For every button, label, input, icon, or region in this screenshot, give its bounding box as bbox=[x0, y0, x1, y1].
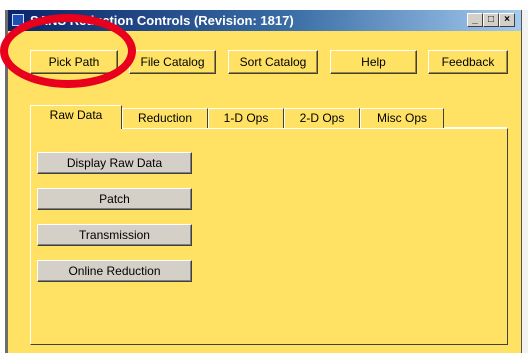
tab-reduction[interactable]: Reduction bbox=[122, 108, 208, 128]
display-raw-data-button[interactable]: Display Raw Data bbox=[37, 152, 192, 174]
close-button[interactable]: × bbox=[499, 13, 515, 27]
window-right-edge bbox=[522, 10, 528, 353]
pick-path-button[interactable]: Pick Path bbox=[30, 50, 118, 74]
raw-data-panel: Display Raw Data Patch Transmission Onli… bbox=[30, 128, 508, 345]
tab-2d-ops[interactable]: 2-D Ops bbox=[284, 108, 360, 128]
patch-button[interactable]: Patch bbox=[37, 188, 192, 210]
title-bar[interactable]: SANS Reduction Controls (Revision: 1817)… bbox=[8, 10, 521, 31]
file-catalog-button[interactable]: File Catalog bbox=[129, 50, 216, 74]
help-button[interactable]: Help bbox=[330, 50, 417, 74]
online-reduction-button[interactable]: Online Reduction bbox=[37, 260, 192, 282]
desktop-background bbox=[0, 0, 528, 10]
tab-1d-ops[interactable]: 1-D Ops bbox=[208, 108, 284, 128]
minimize-button[interactable]: _ bbox=[467, 13, 483, 27]
tab-misc-ops[interactable]: Misc Ops bbox=[360, 108, 444, 128]
maximize-button[interactable]: □ bbox=[483, 13, 499, 27]
sans-reduction-window: SANS Reduction Controls (Revision: 1817)… bbox=[8, 10, 522, 353]
transmission-button[interactable]: Transmission bbox=[37, 224, 192, 246]
feedback-button[interactable]: Feedback bbox=[428, 50, 508, 74]
sort-catalog-button[interactable]: Sort Catalog bbox=[228, 50, 318, 74]
window-title: SANS Reduction Controls (Revision: 1817) bbox=[30, 13, 294, 28]
app-icon bbox=[12, 14, 24, 26]
tab-raw-data[interactable]: Raw Data bbox=[30, 105, 122, 129]
